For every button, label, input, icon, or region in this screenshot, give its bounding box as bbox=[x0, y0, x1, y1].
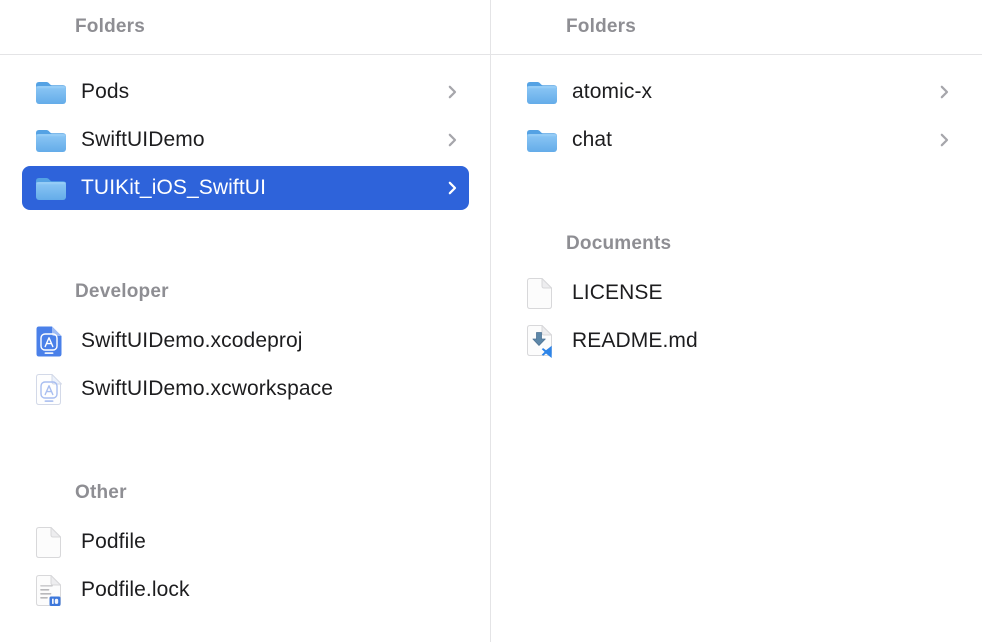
item-label: LICENSE bbox=[572, 281, 663, 305]
pane-header: Folders bbox=[0, 0, 490, 55]
row-chat[interactable]: chat bbox=[491, 116, 982, 164]
item-label: README.md bbox=[572, 329, 698, 353]
chevron-right-icon bbox=[448, 133, 457, 147]
pane-header-label: Folders bbox=[75, 16, 145, 38]
row-swiftuidemo-xcodeproj[interactable]: SwiftUIDemo.xcodeproj bbox=[0, 317, 490, 365]
lock-document-icon bbox=[35, 574, 69, 607]
chevron-right-icon bbox=[940, 85, 949, 99]
row-tuikit-ios-swiftui[interactable]: TUIKit_iOS_SwiftUI bbox=[0, 164, 490, 212]
file-browser: Folders Pods SwiftUIDemo T bbox=[0, 0, 982, 642]
section-header-other: Other bbox=[0, 479, 490, 507]
row-podfile-lock[interactable]: Podfile.lock bbox=[0, 566, 490, 614]
row-readme-md[interactable]: README.md bbox=[491, 317, 982, 365]
pane-header: Folders bbox=[491, 0, 982, 55]
item-label: chat bbox=[572, 128, 612, 152]
item-label: SwiftUIDemo.xcworkspace bbox=[81, 377, 333, 401]
row-swiftuidemo[interactable]: SwiftUIDemo bbox=[0, 116, 490, 164]
item-label: TUIKit_iOS_SwiftUI bbox=[81, 176, 266, 200]
chevron-right-icon bbox=[448, 181, 457, 195]
pane-left: Folders Pods SwiftUIDemo T bbox=[0, 0, 491, 642]
section-header-documents: Documents bbox=[491, 230, 982, 258]
item-label: Podfile bbox=[81, 530, 146, 554]
file-list-left: Pods SwiftUIDemo TUIKit_iOS_SwiftUI Deve… bbox=[0, 55, 490, 614]
row-swiftuidemo-xcworkspace[interactable]: SwiftUIDemo.xcworkspace bbox=[0, 365, 490, 413]
readme-markdown-icon bbox=[526, 324, 560, 358]
blank-document-icon bbox=[526, 277, 560, 310]
pane-right: Folders atomic-x chat Documents LICENSE bbox=[491, 0, 982, 642]
folder-icon bbox=[35, 127, 69, 153]
folder-icon bbox=[35, 175, 69, 201]
pane-header-label: Folders bbox=[566, 16, 636, 38]
folder-icon bbox=[35, 79, 69, 105]
row-podfile[interactable]: Podfile bbox=[0, 518, 490, 566]
folder-icon bbox=[526, 79, 560, 105]
xcode-workspace-icon bbox=[35, 373, 69, 406]
row-atomic-x[interactable]: atomic-x bbox=[491, 68, 982, 116]
item-label: SwiftUIDemo bbox=[81, 128, 205, 152]
chevron-right-icon bbox=[448, 85, 457, 99]
chevron-right-icon bbox=[940, 133, 949, 147]
section-header-developer: Developer bbox=[0, 278, 490, 306]
blank-document-icon bbox=[35, 526, 69, 559]
item-label: Podfile.lock bbox=[81, 578, 190, 602]
folder-icon bbox=[526, 127, 560, 153]
row-license[interactable]: LICENSE bbox=[491, 269, 982, 317]
item-label: Pods bbox=[81, 80, 129, 104]
item-label: atomic-x bbox=[572, 80, 652, 104]
xcode-project-icon bbox=[35, 325, 69, 358]
file-list-right: atomic-x chat Documents LICENSE README.m… bbox=[491, 55, 982, 365]
item-label: SwiftUIDemo.xcodeproj bbox=[81, 329, 303, 353]
row-pods[interactable]: Pods bbox=[0, 68, 490, 116]
